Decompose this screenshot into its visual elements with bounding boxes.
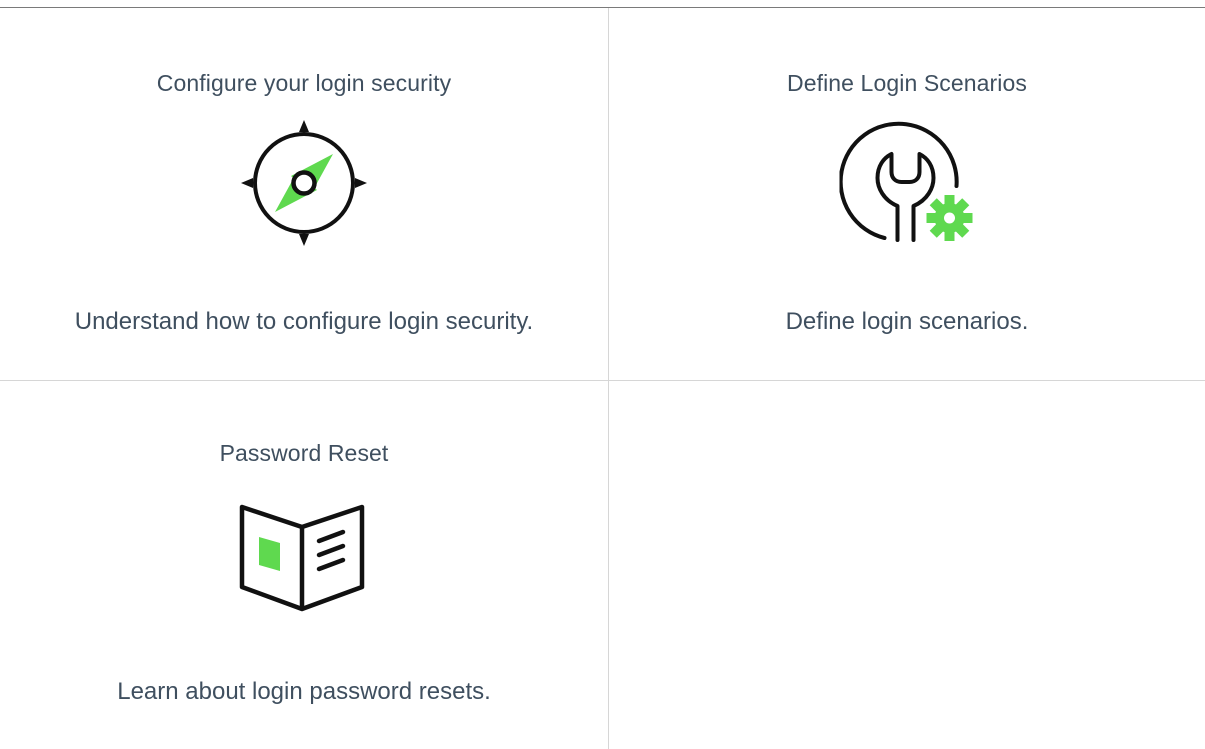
- card-description: Learn about login password resets.: [117, 678, 491, 705]
- card-title: Define Login Scenarios: [786, 70, 1028, 96]
- wrench-gear-icon: [839, 121, 973, 242]
- open-book-icon: [239, 504, 365, 612]
- card-title: Password Reset: [219, 440, 389, 466]
- card-configure-login-security[interactable]: Configure your login security Understand…: [0, 8, 608, 380]
- card-description: Define login scenarios.: [785, 308, 1029, 335]
- card-password-reset[interactable]: Password Reset Learn about login passwor…: [0, 381, 608, 749]
- card-description: Understand how to configure login securi…: [74, 308, 534, 335]
- compass-icon: [241, 120, 367, 246]
- card-title: Configure your login security: [156, 70, 452, 96]
- card-define-login-scenarios[interactable]: Define Login Scenarios Define login scen…: [609, 8, 1205, 380]
